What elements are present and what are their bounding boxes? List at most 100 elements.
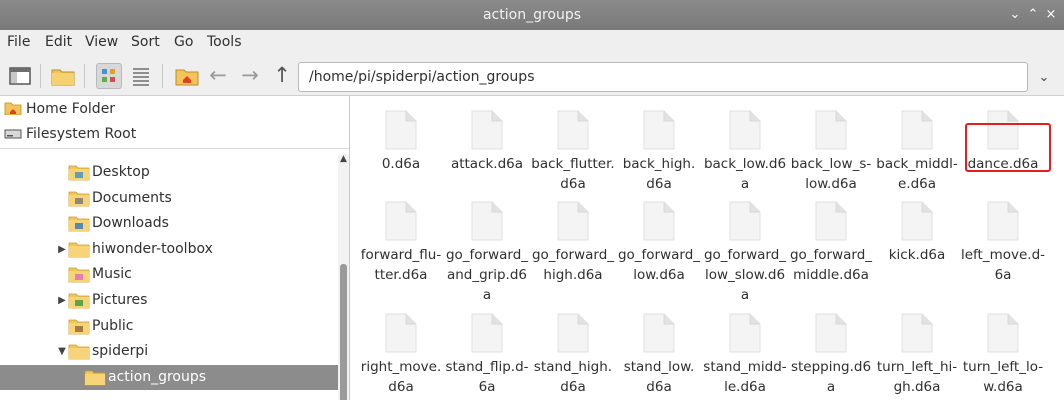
close-icon[interactable]: × <box>1042 0 1060 30</box>
file-name-line: back_flutter. <box>531 156 615 172</box>
file-item[interactable]: back_flutter. d6a <box>530 102 616 206</box>
menu-tools[interactable]: Tools <box>207 34 242 50</box>
document-icon <box>900 110 934 150</box>
minimize-icon[interactable]: ⌄ <box>1006 0 1024 30</box>
file-name: turn_left_lo-w.d6a <box>960 357 1046 397</box>
tree-item-hiwonder-toolbox[interactable]: ▶ hiwonder-toolbox <box>0 237 338 262</box>
toolbar: ← → ↑ /home/pi/spiderpi/action_groups ⌄ <box>0 56 1064 96</box>
tree-item-label: Public <box>92 317 134 334</box>
tree-item-documents[interactable]: Documents <box>0 186 338 211</box>
file-item[interactable]: back_middl-e.d6a <box>874 102 960 206</box>
path-input[interactable]: /home/pi/spiderpi/action_groups <box>298 62 1028 92</box>
file-item[interactable]: back_low_s-low.d6a <box>788 102 874 206</box>
file-name-line: e.d6a <box>897 176 937 192</box>
tree-item-downloads[interactable]: Downloads <box>0 211 338 236</box>
list-view-icon[interactable] <box>128 63 154 89</box>
tree-item-music[interactable]: Music <box>0 262 338 287</box>
menu-edit[interactable]: Edit <box>45 34 72 50</box>
file-item[interactable]: attack.d6a <box>444 102 530 206</box>
expander-expanded-icon[interactable]: ▼ <box>56 339 68 364</box>
document-icon <box>642 110 676 150</box>
back-icon[interactable]: ← <box>206 61 230 89</box>
file-name-line: stand_flip.d- <box>445 359 529 375</box>
file-name: right_move. d6a <box>358 357 444 397</box>
file-name: back_flutter. d6a <box>530 154 616 194</box>
file-name: stepping.d6 a <box>788 357 874 397</box>
file-name: kick.d6a <box>874 245 960 265</box>
document-icon <box>556 201 590 241</box>
sidebar-divider <box>0 148 349 149</box>
file-name: stand_flip.d- 6a <box>444 357 530 397</box>
document-icon <box>986 313 1020 353</box>
forward-icon[interactable]: → <box>238 61 262 89</box>
menu-sort[interactable]: Sort <box>131 34 160 50</box>
home-folder-icon <box>4 99 22 116</box>
menu-file[interactable]: File <box>7 34 30 50</box>
file-name-line: d6a <box>388 379 414 395</box>
file-item[interactable]: go_forward_ middle.d6a <box>788 193 874 297</box>
file-name-line: gh.d6a <box>893 379 941 395</box>
icon-view-icon[interactable] <box>96 63 122 89</box>
file-item[interactable]: stand_flip.d- 6a <box>444 305 530 400</box>
document-icon <box>470 313 504 353</box>
file-item[interactable]: back_low.d6 a <box>702 102 788 206</box>
expander-collapsed-icon[interactable]: ▶ <box>56 237 68 262</box>
home-icon[interactable] <box>174 63 200 89</box>
file-name-line: turn_left_lo- <box>962 359 1044 375</box>
new-tab-icon[interactable] <box>50 63 76 89</box>
document-icon <box>642 313 676 353</box>
file-item[interactable]: stand_midd-le.d6a <box>702 305 788 400</box>
tree-item-label: spiderpi <box>92 343 149 360</box>
maximize-icon[interactable]: ⌃ <box>1024 0 1042 30</box>
file-item[interactable]: stepping.d6 a <box>788 305 874 400</box>
file-name-line: d6a <box>560 176 586 192</box>
file-item[interactable]: kick.d6a <box>874 193 960 297</box>
file-item[interactable]: go_forward_ and_grip.d6 a <box>444 193 530 303</box>
file-name: go_forward_ low.d6a <box>616 245 702 285</box>
sidebar: Home Folder Filesystem Root Desktop Docum… <box>0 96 350 400</box>
file-item[interactable]: go_forward_ high.d6a <box>530 193 616 297</box>
file-item[interactable]: back_high. d6a <box>616 102 702 206</box>
sidebar-scrollbar[interactable]: ▲ <box>338 154 349 400</box>
place-home-folder[interactable]: Home Folder <box>4 97 115 121</box>
chevron-down-icon[interactable]: ⌄ <box>1034 68 1054 88</box>
file-item[interactable]: stand_high. d6a <box>530 305 616 400</box>
tree-item-pictures[interactable]: ▶ Pictures <box>0 288 338 313</box>
pictures-folder-icon <box>68 293 90 309</box>
file-name-line: back_low.d6 <box>703 156 787 172</box>
file-name-line: forward_flu- <box>360 247 442 263</box>
file-name-line: a <box>482 287 492 303</box>
tree-item-desktop[interactable]: Desktop <box>0 160 338 185</box>
file-name-line: stand_low. <box>623 359 695 375</box>
file-name: back_low.d6 a <box>702 154 788 194</box>
menu-view[interactable]: View <box>85 34 118 50</box>
file-name-line: go_forward_ <box>703 247 787 263</box>
file-name-line: back_low_s- <box>790 156 872 172</box>
window-titlebar[interactable]: action_groups ⌄ ⌃ × <box>0 0 1064 30</box>
up-icon[interactable]: ↑ <box>270 61 294 89</box>
file-name-line: w.d6a <box>983 379 1023 395</box>
file-name-line: tter.d6a <box>374 267 428 283</box>
expander-collapsed-icon[interactable]: ▶ <box>56 288 68 313</box>
menu-go[interactable]: Go <box>174 34 193 50</box>
file-name-line: d6a <box>560 379 586 395</box>
file-item[interactable]: stand_low. d6a <box>616 305 702 400</box>
file-item[interactable]: right_move. d6a <box>358 305 444 400</box>
file-item[interactable]: turn_left_hi-gh.d6a <box>874 305 960 400</box>
tree-item-action-groups[interactable]: action_groups <box>0 364 338 390</box>
file-item[interactable]: left_move.d- 6a <box>960 193 1046 297</box>
place-filesystem-root[interactable]: Filesystem Root <box>4 122 136 146</box>
scroll-up-icon[interactable]: ▲ <box>338 154 349 165</box>
file-item[interactable]: turn_left_lo-w.d6a <box>960 305 1046 400</box>
scrollbar-thumb[interactable] <box>340 264 347 400</box>
file-name-line: le.d6a <box>724 379 766 395</box>
file-item[interactable]: go_forward_ low_slow.d6 a <box>702 193 788 303</box>
file-item[interactable]: 0.d6a <box>358 102 444 206</box>
file-item[interactable]: forward_flu-tter.d6a <box>358 193 444 297</box>
new-window-icon[interactable] <box>7 63 33 89</box>
file-item[interactable]: go_forward_ low.d6a <box>616 193 702 297</box>
toolbar-separator <box>40 64 41 88</box>
tree-item-public[interactable]: Public <box>0 314 338 339</box>
document-icon <box>986 201 1020 241</box>
tree-item-spiderpi[interactable]: ▼ spiderpi <box>0 339 338 364</box>
